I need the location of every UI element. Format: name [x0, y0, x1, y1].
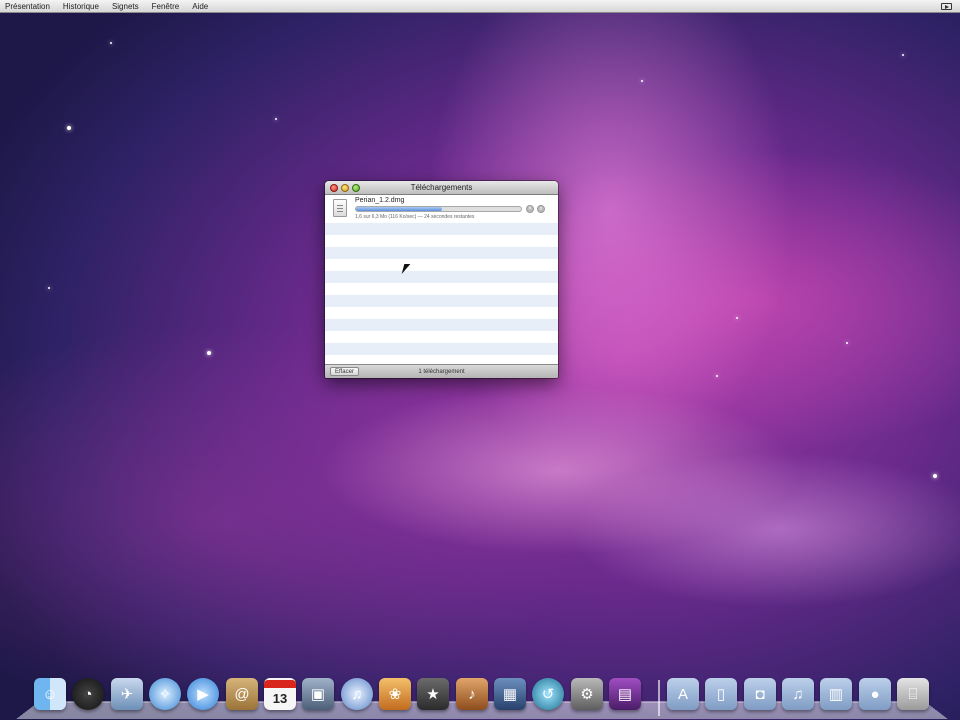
trash-icon[interactable]: ⌸ — [897, 678, 929, 710]
download-progress-bar — [355, 206, 522, 212]
movies-folder-icon[interactable]: ▥ — [820, 678, 852, 710]
ical-date: 13 — [272, 690, 288, 706]
download-status: 1,6 sur 6,3 Mo (116 Ko/sec) — 24 seconde… — [355, 214, 475, 220]
background-star — [736, 317, 738, 319]
applications-folder-icon[interactable]: A — [667, 678, 699, 710]
menu-fenetre[interactable]: Fenêtre — [146, 0, 187, 13]
spaces-icon[interactable]: ▦ — [494, 678, 526, 710]
download-progress-fill — [356, 207, 442, 211]
background-star — [207, 351, 211, 355]
window-controls — [330, 184, 360, 192]
background-star — [48, 287, 50, 289]
documents-folder-icon[interactable]: ▯ — [705, 678, 737, 710]
background-star — [902, 54, 904, 56]
window-titlebar[interactable]: Téléchargements — [325, 181, 558, 195]
screen-record-icon[interactable] — [941, 2, 952, 10]
empty-row — [325, 235, 558, 247]
empty-row — [325, 271, 558, 283]
empty-row — [325, 283, 558, 295]
background-star — [110, 42, 112, 44]
background-star — [641, 80, 643, 82]
reveal-in-finder-icon[interactable]: ⌕ — [537, 205, 545, 213]
itunes-icon[interactable]: ♫ — [341, 678, 373, 710]
minimize-icon[interactable] — [341, 184, 349, 192]
download-count: 1 téléchargement — [418, 368, 465, 375]
disk-image-icon — [333, 199, 347, 217]
download-item[interactable]: Perian_1.2.dmg × ⌕ 1,6 sur 6,3 Mo (116 K… — [325, 195, 558, 223]
empty-row — [325, 343, 558, 355]
address-book-icon[interactable]: @ — [226, 678, 258, 710]
system-preferences-icon[interactable]: ⚙ — [571, 678, 603, 710]
dock-separator — [658, 680, 660, 716]
empty-row — [325, 247, 558, 259]
menu-historique[interactable]: Historique — [57, 0, 106, 13]
menu-presentation[interactable]: Présentation — [0, 0, 57, 13]
download-file-name: Perian_1.2.dmg — [355, 197, 405, 204]
empty-row — [325, 223, 558, 235]
zoom-icon[interactable] — [352, 184, 360, 192]
empty-row — [325, 259, 558, 271]
downloads-window: Téléchargements Perian_1.2.dmg × ⌕ 1,6 s… — [325, 181, 558, 378]
dashboard-icon[interactable]: ◔ — [72, 678, 104, 710]
background-star — [67, 126, 71, 130]
empty-row — [325, 331, 558, 343]
menu-signets[interactable]: Signets — [106, 0, 146, 13]
menu-aide[interactable]: Aide — [186, 0, 215, 13]
background-star — [716, 375, 718, 377]
stop-download-icon[interactable]: × — [526, 205, 534, 213]
photo-booth-icon[interactable]: ▤ — [609, 678, 641, 710]
background-star — [846, 342, 848, 344]
preview-icon[interactable]: ▣ — [302, 678, 334, 710]
iphoto-icon[interactable]: ❀ — [379, 678, 411, 710]
downloads-list: Perian_1.2.dmg × ⌕ 1,6 sur 6,3 Mo (116 K… — [325, 195, 558, 364]
pictures-folder-icon[interactable]: ◘ — [744, 678, 776, 710]
empty-row — [325, 307, 558, 319]
close-icon[interactable] — [330, 184, 338, 192]
background-star — [275, 118, 277, 120]
menu-extras — [941, 2, 960, 10]
ichat-icon[interactable]: ▶ — [187, 678, 219, 710]
menu-bar: Présentation Historique Signets Fenêtre … — [0, 0, 960, 13]
safari-icon[interactable]: ✧ — [149, 678, 181, 710]
imovie-icon[interactable]: ★ — [417, 678, 449, 710]
downloads-folder-icon[interactable]: ● — [859, 678, 891, 710]
ical-icon[interactable]: 13 — [264, 678, 296, 710]
finder-icon[interactable]: ☺ — [34, 678, 66, 710]
garageband-icon[interactable]: ♪ — [456, 678, 488, 710]
empty-row — [325, 319, 558, 331]
empty-row — [325, 295, 558, 307]
dock: ☺ ◔ ✈ ✧ ▶ @ 13 ▣ ♫ ❀ ★ ♪ ▦ ↺ ⚙ ▤ A ▯ ◘ ♫… — [16, 674, 948, 720]
time-machine-icon[interactable]: ↺ — [532, 678, 564, 710]
window-title: Téléchargements — [410, 183, 473, 192]
music-folder-icon[interactable]: ♫ — [782, 678, 814, 710]
mail-icon[interactable]: ✈ — [111, 678, 143, 710]
downloads-footer: Effacer 1 téléchargement — [325, 364, 558, 378]
background-star — [933, 474, 937, 478]
